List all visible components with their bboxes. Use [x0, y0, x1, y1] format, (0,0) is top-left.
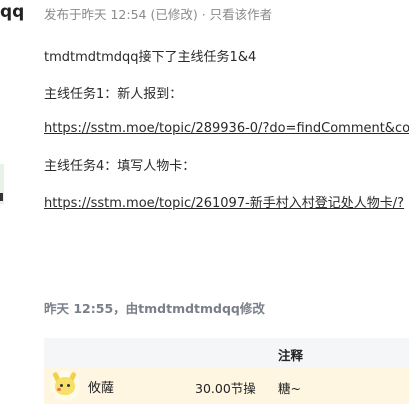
edited-note: 昨天 12:55，由tmdtmdtmdqq修改	[44, 301, 265, 316]
table-row: 攸薩 30.00节操 糖~	[44, 368, 409, 404]
avatar-face	[55, 377, 75, 395]
task1-label: 主线任务1：新人报到：	[44, 87, 183, 102]
comment-column-header: 注释	[278, 348, 304, 363]
avatar-eye-right	[67, 384, 70, 387]
rating-table: 注释 攸薩 30.00节操 糖~	[44, 338, 409, 404]
post-meta: 发布于昨天 12:54 (已修改) · 只看该作者	[44, 7, 273, 22]
intro-text: tmdtmdtmdqq接下了主线任务1&4	[44, 50, 257, 65]
rater-name[interactable]: 攸薩	[88, 377, 114, 396]
rating-points: 30.00节操	[195, 381, 256, 396]
rating-table-header: 注释	[44, 338, 409, 368]
author-icon-fragment	[0, 193, 3, 201]
rating-comment: 糖~	[278, 381, 301, 396]
task1-link[interactable]: https://sstm.moe/topic/289936-0/?do=find…	[44, 121, 409, 136]
avatar-eye-left	[60, 384, 63, 387]
task4-label: 主线任务4：填写人物卡：	[44, 159, 196, 174]
left-author-column: qq	[0, 0, 36, 415]
avatar[interactable]	[50, 371, 80, 401]
avatar-cheek	[57, 388, 61, 391]
author-name-fragment[interactable]: qq	[0, 2, 24, 22]
task4-link[interactable]: https://sstm.moe/topic/261097-新手村入村登记处人物…	[44, 192, 404, 211]
